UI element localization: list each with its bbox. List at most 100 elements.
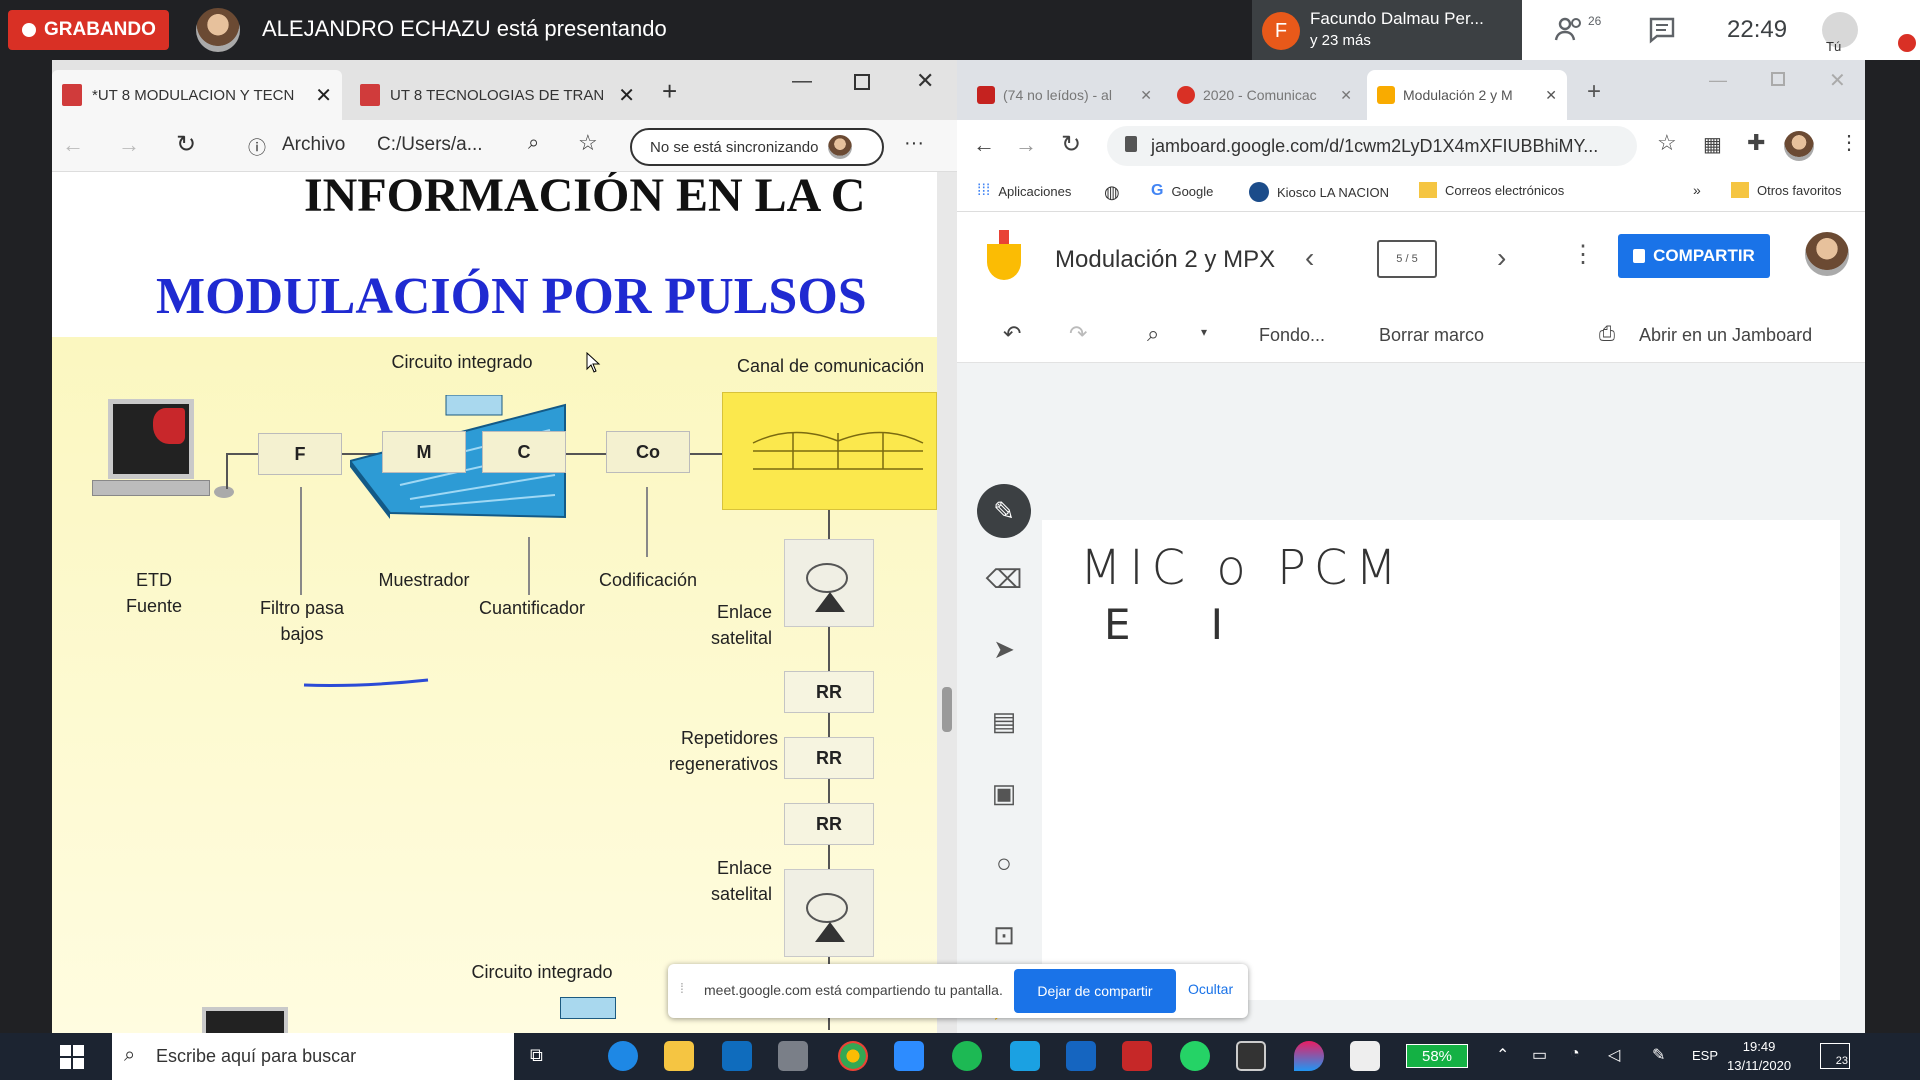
close-tab-icon[interactable]: ✕ (1340, 87, 1352, 104)
mail-icon[interactable] (1066, 1041, 1096, 1071)
jamboard-taskbar-icon[interactable] (1350, 1041, 1380, 1071)
next-frame-icon[interactable]: › (1497, 242, 1506, 274)
back-icon[interactable]: ← (973, 132, 995, 158)
shape-tool-icon[interactable]: ○ (977, 836, 1031, 890)
minimize-icon[interactable]: — (792, 70, 812, 93)
bookmark-apps[interactable]: ⁞⁞⁞ Aplicaciones (977, 182, 1071, 200)
volume-icon[interactable]: ◁ (1608, 1045, 1620, 1065)
chat-button[interactable] (1648, 16, 1676, 49)
pdf-scroll-thumb[interactable] (942, 687, 952, 732)
stop-sharing-button[interactable]: Dejar de compartir (1014, 969, 1176, 1013)
sync-button[interactable]: No se está sincronizando (630, 128, 884, 166)
pdf-tab-1[interactable]: *UT 8 MODULACION Y TECN ✕ (52, 70, 342, 120)
account-avatar[interactable] (1805, 232, 1849, 276)
forward-icon[interactable]: → (1015, 132, 1037, 158)
close-tab-icon[interactable]: ✕ (618, 83, 635, 108)
close-window-icon[interactable]: ✕ (1829, 68, 1846, 93)
filezilla-icon[interactable] (1122, 1041, 1152, 1071)
bookmark-google[interactable]: G Google (1151, 182, 1213, 200)
battery-indicator[interactable]: 58% (1406, 1044, 1468, 1068)
app-icon[interactable] (778, 1041, 808, 1071)
jam-canvas[interactable]: MIC o PCM E I (1042, 520, 1840, 1000)
back-icon[interactable]: ← (62, 132, 84, 158)
more-options-icon[interactable]: ⋮ (1571, 240, 1595, 269)
minimize-icon[interactable]: — (1709, 70, 1727, 91)
task-view-icon[interactable]: ⧉ (530, 1045, 543, 1066)
omnibox[interactable]: jamboard.google.com/d/1cwm2LyD1X4mXFIUBB… (1107, 126, 1637, 166)
pen-tool-icon[interactable]: ✎ (977, 484, 1031, 538)
zoom-app-icon[interactable] (894, 1041, 924, 1071)
bookmark-star-icon[interactable]: ☆ (1657, 130, 1677, 156)
chrome-icon[interactable] (838, 1041, 868, 1071)
share-button[interactable]: COMPARTIR (1618, 234, 1770, 278)
puzzle-extension-icon[interactable]: ✚ (1747, 130, 1765, 156)
pen-tray-icon[interactable]: ✎ (1652, 1045, 1665, 1065)
address-text[interactable]: C:/Users/a... (377, 134, 483, 156)
prev-frame-icon[interactable]: ‹ (1305, 242, 1314, 274)
app-drop-icon[interactable] (1294, 1041, 1324, 1071)
more-menu-icon[interactable]: ··· (904, 132, 924, 155)
tray-chevron-icon[interactable]: ⌃ (1496, 1045, 1509, 1065)
taskbar-search[interactable]: ⌕ Escribe aquí para buscar (112, 1033, 514, 1080)
edge-icon[interactable] (608, 1041, 638, 1071)
participant-chip[interactable]: F Facundo Dalmau Per... y 23 más (1252, 0, 1522, 60)
jam-title[interactable]: Modulación 2 y MPX (1055, 246, 1275, 274)
clear-frame-button[interactable]: Borrar marco (1379, 325, 1484, 346)
maximize-icon[interactable] (854, 74, 870, 90)
whatsapp-icon[interactable] (1180, 1041, 1210, 1071)
bookmarks-overflow[interactable]: » (1693, 182, 1701, 198)
close-tab-icon[interactable]: ✕ (1140, 87, 1152, 104)
zoom-dropdown-icon[interactable]: ▾ (1201, 325, 1207, 339)
frame-counter[interactable]: 5 / 5 (1377, 240, 1437, 278)
sticky-note-tool-icon[interactable]: ▤ (977, 694, 1031, 748)
bookmark-kiosco[interactable]: Kiosco LA NACION (1249, 182, 1389, 202)
windows-start-icon[interactable] (60, 1045, 84, 1069)
image-tool-icon[interactable]: ▣ (977, 766, 1031, 820)
forward-icon[interactable]: → (118, 132, 140, 158)
app-l-icon[interactable] (1010, 1041, 1040, 1071)
drag-handle-icon[interactable]: ⁞ (680, 980, 684, 996)
new-tab-button[interactable]: + (662, 76, 677, 107)
zoom-icon[interactable]: ⌕ (1147, 321, 1159, 347)
wifi-icon[interactable]: ◔ (1570, 1045, 1580, 1063)
other-bookmarks[interactable]: Otros favoritos (1731, 182, 1842, 198)
favorite-star-icon[interactable]: ☆ (578, 130, 598, 156)
close-tab-icon[interactable]: ✕ (1545, 87, 1557, 104)
open-in-jamboard-button[interactable]: Abrir en un Jamboard (1639, 325, 1812, 346)
grid-extension-icon[interactable]: ▦ (1703, 132, 1722, 157)
language-indicator[interactable]: ESP (1692, 1048, 1718, 1063)
select-tool-icon[interactable]: ➤ (977, 622, 1031, 676)
outlook-icon[interactable] (722, 1041, 752, 1071)
repeater-1: RR (784, 671, 874, 713)
chrome-tab-gmail[interactable]: (74 no leídos) - al ✕ (967, 70, 1162, 120)
file-explorer-icon[interactable] (664, 1041, 694, 1071)
maximize-icon[interactable] (1771, 72, 1785, 86)
pdf-tab-2[interactable]: UT 8 TECNOLOGIAS DE TRAN ✕ (350, 70, 645, 120)
spotify-icon[interactable] (952, 1041, 982, 1071)
taskbar-clock[interactable]: 19:49 13/11/2020 (1727, 1037, 1791, 1075)
terminal-icon[interactable] (1236, 1041, 1266, 1071)
close-window-icon[interactable]: ✕ (916, 68, 934, 94)
new-tab-button[interactable]: + (1587, 78, 1601, 106)
chrome-tab-jamboard[interactable]: Modulación 2 y M ✕ (1367, 70, 1567, 120)
text-box-tool-icon[interactable]: ⊡ (977, 908, 1031, 962)
background-button[interactable]: Fondo... (1259, 325, 1325, 346)
close-tab-icon[interactable]: ✕ (315, 83, 332, 108)
profile-avatar[interactable] (1784, 131, 1814, 161)
recording-indicator[interactable]: GRABANDO (8, 10, 169, 50)
notifications-button[interactable]: 23 (1820, 1043, 1850, 1069)
hide-button[interactable]: Ocultar (1188, 981, 1233, 997)
battery-tray-icon[interactable]: ▭ (1532, 1045, 1547, 1065)
bookmark-globe[interactable]: ◍ (1104, 182, 1120, 203)
chrome-tab-comunicaciones[interactable]: 2020 - Comunicac ✕ (1167, 70, 1362, 120)
refresh-icon[interactable]: ↻ (176, 130, 196, 159)
people-button[interactable]: 26 (1554, 14, 1601, 44)
eraser-tool-icon[interactable]: ⌫ (977, 552, 1031, 606)
chrome-menu-icon[interactable]: ⋮ (1839, 130, 1859, 155)
zoom-icon[interactable]: ⌕ (528, 132, 539, 155)
bookmark-correos[interactable]: Correos electrónicos (1419, 182, 1564, 198)
redo-icon[interactable]: ↷ (1069, 321, 1087, 347)
pdf-scrollbar[interactable] (937, 172, 957, 1033)
reload-icon[interactable]: ↻ (1061, 130, 1081, 159)
undo-icon[interactable]: ↶ (1003, 321, 1021, 347)
